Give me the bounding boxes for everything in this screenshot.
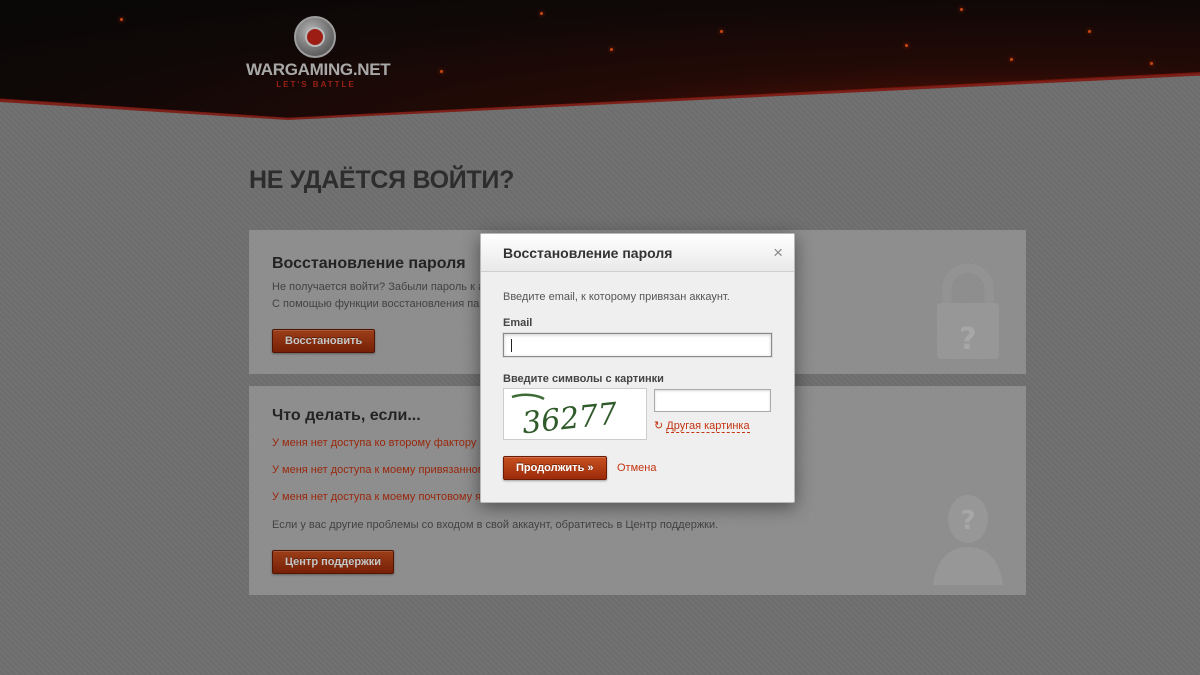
dialog-description: Введите email, к которому привязан аккау… (503, 291, 730, 303)
ember-decoration (1150, 62, 1153, 65)
ember-decoration (120, 18, 123, 21)
ember-decoration (720, 30, 723, 33)
logo-name: WARGAMING.NET (246, 60, 391, 79)
restore-button[interactable]: Восстановить (272, 329, 376, 353)
person-question-icon: ? (933, 495, 1003, 585)
ember-decoration (440, 70, 443, 73)
captcha-text: 36277 (520, 396, 619, 441)
recovery-card-text-1: Не получается войти? Забыли пароль к а (272, 281, 485, 293)
no-linked-access-link[interactable]: У меня нет доступа к моему привязанном (272, 464, 485, 476)
svg-text:?: ? (960, 506, 975, 536)
email-field[interactable] (503, 333, 772, 357)
site-header (0, 0, 1200, 118)
ember-decoration (1088, 30, 1091, 33)
ember-decoration (540, 12, 543, 15)
ember-decoration (960, 8, 963, 11)
text-caret (511, 339, 512, 352)
dialog-header: Восстановление пароля × (481, 234, 794, 272)
recovery-card-text-2: С помощью функции восстановления пар (272, 298, 486, 310)
lock-question-icon: ? (937, 263, 999, 359)
logo-tagline: LET'S BATTLE (276, 80, 356, 89)
refresh-captcha-link[interactable]: ↻ Другая картинка (654, 419, 750, 433)
ember-decoration (1010, 58, 1013, 61)
svg-text:?: ? (959, 322, 976, 357)
what-to-do-title: Что делать, если... (272, 407, 421, 424)
captcha-image: 36277 (503, 388, 647, 441)
ember-decoration (905, 44, 908, 47)
dialog-title: Восстановление пароля (503, 245, 673, 261)
refresh-captcha-label: Другая картинка (666, 420, 750, 433)
captcha-label: Введите символы с картинки (503, 373, 664, 385)
ember-decoration (610, 48, 613, 51)
captcha-input[interactable] (654, 389, 771, 412)
wargaming-logo[interactable]: WARGAMING.NET LET'S BATTLE (246, 14, 391, 94)
page-title: НЕ УДАЁТСЯ ВОЙТИ? (249, 166, 515, 194)
refresh-icon: ↻ (654, 420, 664, 432)
support-center-button[interactable]: Центр поддержки (272, 550, 395, 574)
email-label: Email (503, 317, 533, 329)
no-email-access-link[interactable]: У меня нет доступа к моему почтовому я (272, 491, 481, 503)
password-recovery-dialog: Восстановление пароля × Введите email, к… (480, 233, 795, 503)
support-note: Если у вас другие проблемы со входом в с… (272, 519, 719, 531)
continue-button[interactable]: Продолжить » (503, 456, 607, 480)
close-icon[interactable]: × (773, 243, 783, 263)
cancel-link[interactable]: Отмена (617, 462, 656, 474)
recovery-card-title: Восстановление пароля (272, 255, 466, 272)
wargaming-emblem-icon (294, 16, 336, 58)
no-2fa-access-link[interactable]: У меня нет доступа ко второму фактору з (272, 437, 485, 449)
